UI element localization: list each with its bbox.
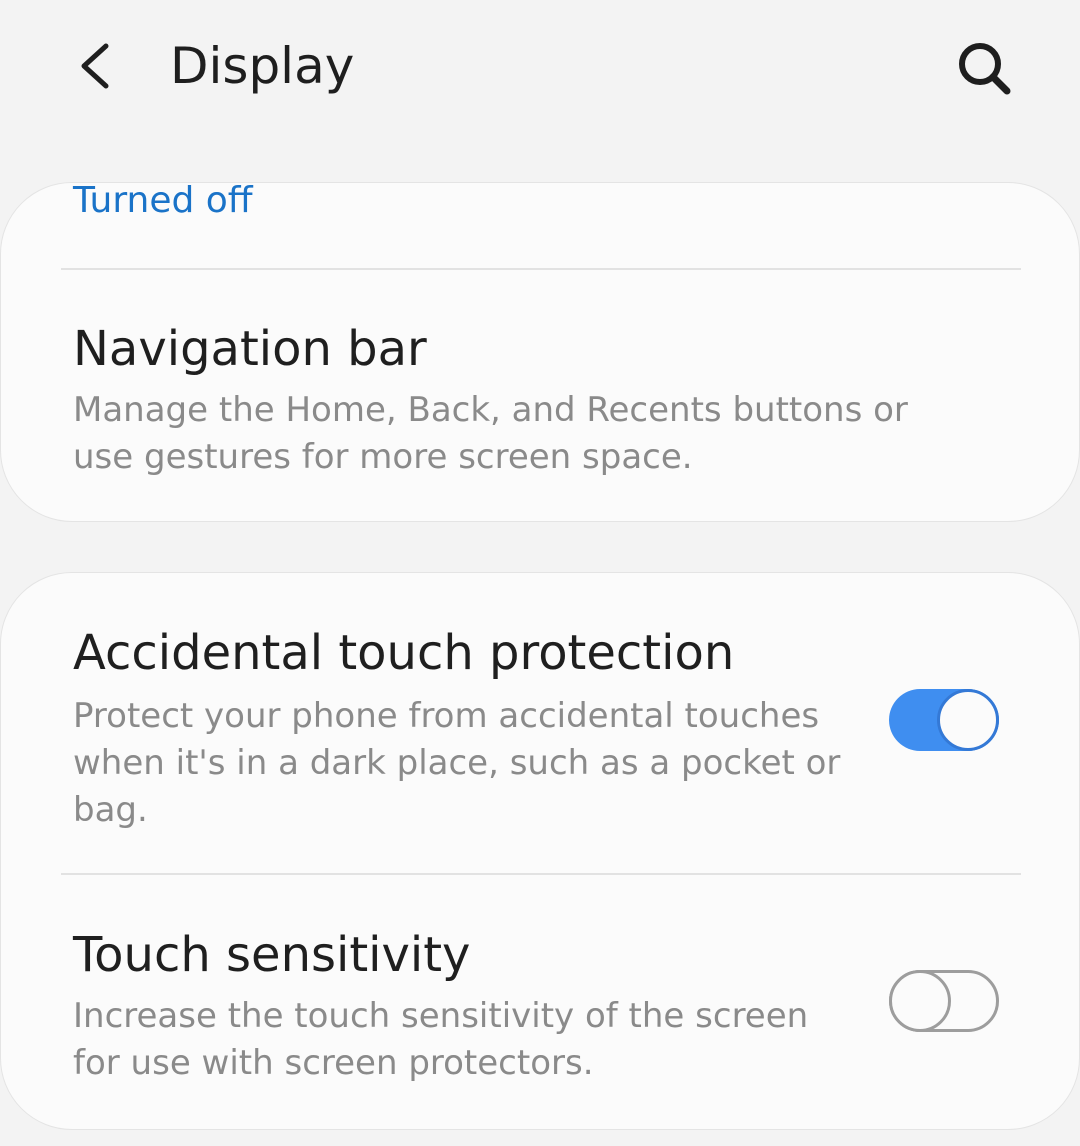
settings-card-top: Turned off Navigation bar Manage the Hom… — [0, 182, 1080, 522]
touch-sensitivity-title: Touch sensitivity — [73, 927, 471, 983]
page-title: Display — [170, 37, 355, 95]
search-icon — [959, 43, 1011, 95]
app-header: Display — [0, 0, 1080, 140]
settings-card-touch: Accidental touch protection Protect your… — [0, 572, 1080, 1130]
accidental-touch-protection-toggle[interactable] — [889, 689, 999, 751]
touch-sensitivity-item[interactable]: Touch sensitivity Increase the touch sen… — [1, 875, 1080, 1129]
divider — [61, 268, 1021, 270]
touch-sensitivity-toggle[interactable] — [889, 970, 999, 1032]
back-button[interactable] — [60, 30, 132, 102]
accidental-touch-protection-title: Accidental touch protection — [73, 625, 735, 681]
toggle-knob — [937, 689, 999, 751]
navigation-bar-item[interactable]: Navigation bar Manage the Home, Back, an… — [1, 271, 1079, 521]
accidental-touch-protection-description: Protect your phone from accidental touch… — [73, 696, 841, 830]
chevron-left-icon — [81, 43, 109, 89]
touch-sensitivity-description: Increase the touch sensitivity of the sc… — [73, 996, 809, 1083]
toggle-knob — [889, 970, 951, 1032]
previous-item-status-text: Turned off — [73, 182, 253, 221]
search-button[interactable] — [946, 30, 1022, 106]
navigation-bar-description: Manage the Home, Back, and Recents butto… — [73, 390, 908, 477]
navigation-bar-title: Navigation bar — [73, 321, 427, 377]
accidental-touch-protection-item[interactable]: Accidental touch protection Protect your… — [1, 573, 1080, 873]
